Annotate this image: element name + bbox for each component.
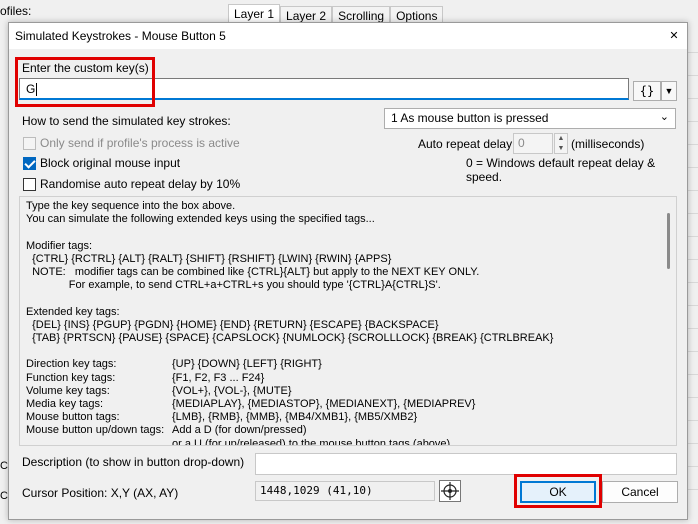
help-row-value: {MEDIAPLAY}, {MEDIASTOP}, {MEDIANEXT}, {… [172,398,476,411]
help-line: {DEL} {INS} {PGUP} {PGDN} {HOME} {END} {… [26,318,439,331]
auto-repeat-note: 0 = Windows default repeat delay & speed… [466,156,656,184]
randomise-option: Randomise auto repeat delay by 10% [23,177,240,191]
block-input-option: Block original mouse input [23,156,180,170]
only-send-checkbox[interactable] [23,136,36,150]
help-row: Mouse button up/down tags: Add a D (for d… [26,424,670,437]
help-row-key: Mouse button up/down tags: [26,424,165,437]
auto-repeat-input[interactable]: 0 [513,133,553,154]
help-row-key: Function key tags: [26,371,116,384]
enter-keys-label: Enter the custom key(s) [22,61,149,75]
help-row-key [26,438,172,445]
help-line: {CTRL} {RCTRL} {ALT} {RALT} {SHIFT} {RSH… [26,252,392,265]
send-method-value: 1 As mouse button is pressed [391,111,549,125]
ok-button[interactable]: OK [520,481,596,503]
only-send-label: Only send if profile's process is active [40,136,240,150]
close-button[interactable]: ✕ [667,29,681,43]
help-line: For example, to send CTRL+a+CTRL+s you s… [26,279,441,292]
help-text-box[interactable]: Type the key sequence into the box above… [19,196,677,446]
help-line: NOTE: modifier tags can be combined like… [26,266,480,279]
help-row: Volume key tags: {VOL+}, {VOL-}, {MUTE} [26,385,670,398]
tag-dropdown-button[interactable]: ▼ [661,81,677,101]
help-row-key: Mouse button tags: [26,411,120,424]
cancel-button[interactable]: Cancel [602,481,678,503]
description-label: Description (to show in button drop-down… [22,455,245,469]
tab-layer-1[interactable]: Layer 1 [228,4,281,24]
help-row-value: {F1, F2, F3 ... F24} [172,371,265,384]
send-method-label: How to send the simulated key strokes: [22,114,231,128]
help-scrollbar[interactable] [667,213,670,269]
help-row: Mouse button tags: {LMB}, {RMB}, {MMB}, {… [26,411,670,424]
auto-repeat-stepper[interactable]: ▲ ▼ [554,133,568,154]
help-row-value: Add a D (for down/pressed) [172,424,307,437]
cursor-position-value: 1448,1029 (41,10) [255,481,435,501]
simulated-keystrokes-dialog: Simulated Keystrokes - Mouse Button 5 ✕ … [8,22,688,520]
block-input-checkbox[interactable] [23,156,36,170]
only-send-option: Only send if profile's process is active [23,136,240,150]
send-method-select[interactable]: 1 As mouse button is pressed ⌄ [384,108,676,129]
help-row-key: Media key tags: [26,398,104,411]
help-row-value: {VOL+}, {VOL-}, {MUTE} [172,384,292,397]
block-input-label: Block original mouse input [40,156,181,170]
profiles-label: ofiles: [0,4,32,18]
help-row-value: or a U (for up/released) to the mouse bu… [172,437,451,446]
help-row: Media key tags: {MEDIAPLAY}, {MEDIASTOP},… [26,398,670,411]
custom-keys-value: G [26,82,36,96]
title-bar: Simulated Keystrokes - Mouse Button 5 ✕ [9,23,687,49]
help-line: Type the key sequence into the box above… [26,200,236,212]
help-line: Modifier tags: [26,239,93,252]
help-line: {TAB} {PRTSCN} {PAUSE} {SPACE} {CAPSLOCK… [26,332,554,345]
chevron-down-icon: ⌄ [659,111,669,123]
cursor-position-label: Cursor Position: X,Y (AX, AY) [22,486,179,500]
insert-tag-button[interactable]: {} [633,81,661,101]
help-row-key: Direction key tags: [26,358,117,371]
help-row: Function key tags: {F1, F2, F3 ... F24} [26,372,670,385]
help-row: or a U (for up/released) to the mouse bu… [26,437,670,446]
description-input[interactable] [255,453,677,475]
randomise-checkbox[interactable] [23,177,36,191]
custom-keys-input[interactable]: G [19,78,629,100]
auto-repeat-unit: (milliseconds) [571,137,645,151]
help-row-value: {LMB}, {RMB}, {MMB}, {MB4/XMB1}, {MB5/XM… [172,411,418,424]
help-row: Direction key tags: {UP} {DOWN} {LEFT} {R… [26,358,670,371]
help-row-value: {UP} {DOWN} {LEFT} {RIGHT} [172,358,322,371]
help-row-key: Volume key tags: [26,384,110,397]
auto-repeat-label: Auto repeat delay [418,137,513,151]
help-line: Extended key tags: [26,305,120,318]
text-cursor [36,83,38,97]
help-line: You can simulate the following extended … [26,213,375,226]
crosshair-icon[interactable] [439,480,461,502]
dialog-title: Simulated Keystrokes - Mouse Button 5 [15,29,226,43]
randomise-label: Randomise auto repeat delay by 10% [40,177,241,191]
